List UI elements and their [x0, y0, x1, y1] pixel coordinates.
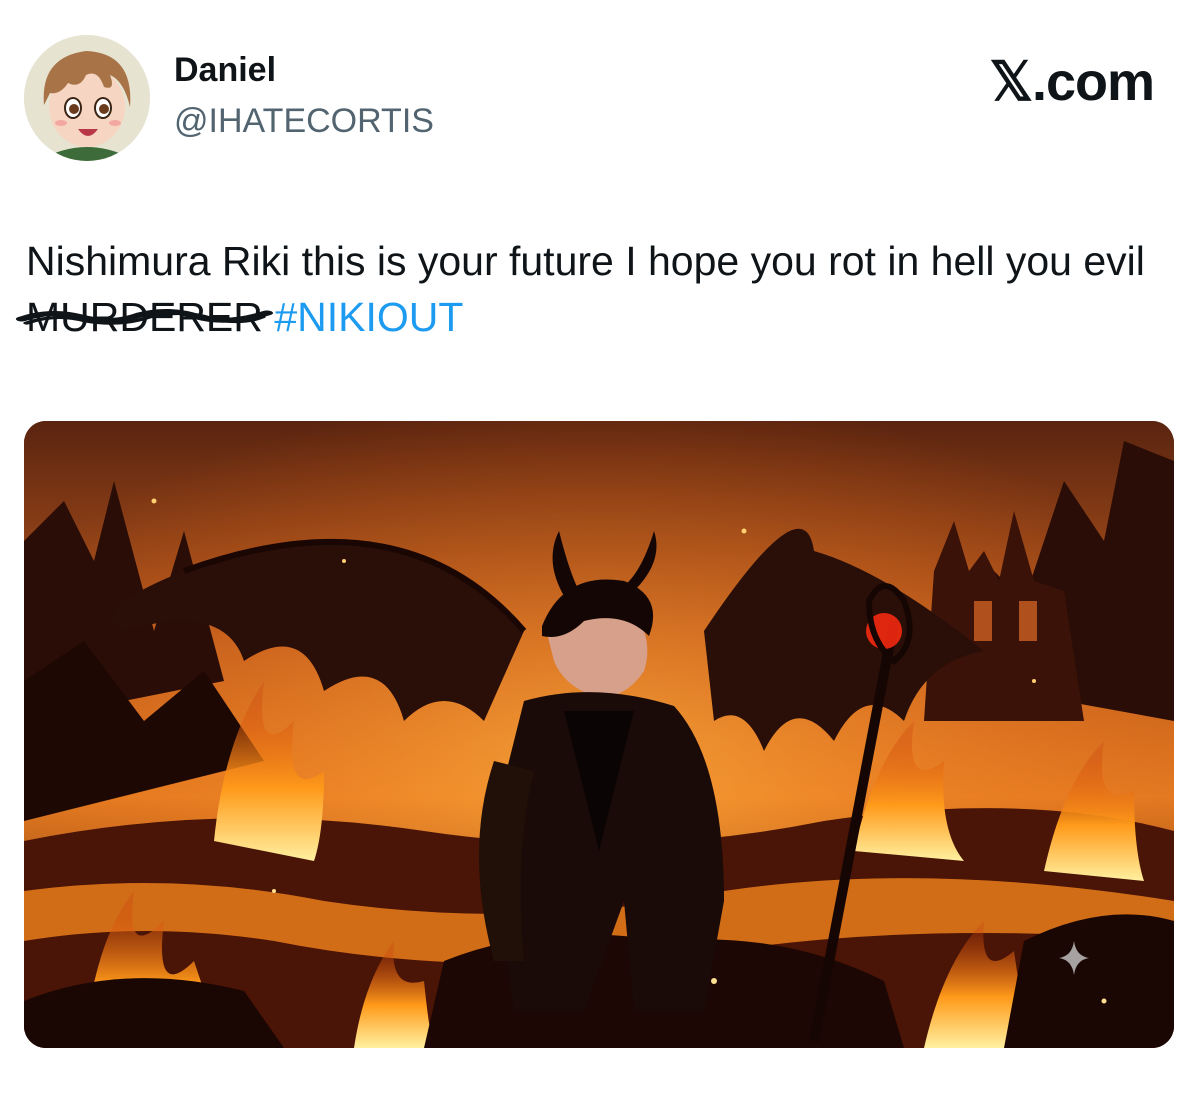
tweet-text: Nishimura Riki this is your future I hop…	[15, 233, 1176, 345]
author-handle[interactable]: @IHATECORTIS	[174, 101, 434, 141]
hashtag-link[interactable]: #NIKIOUT	[274, 294, 463, 340]
author-avatar[interactable]	[24, 35, 150, 161]
x-brand-logo: 𝕏.com	[989, 52, 1155, 112]
scribble-strikethrough	[15, 309, 274, 325]
tweet-text-body: Nishimura Riki this is your future I hop…	[26, 238, 1145, 284]
struck-word: MURDERER	[15, 289, 274, 345]
anime-boy-avatar-icon	[24, 35, 150, 161]
tweet-media-image[interactable]	[24, 421, 1174, 1048]
author-display-name[interactable]: Daniel	[174, 50, 276, 90]
demon-figure-in-hellfire-image	[24, 421, 1174, 1048]
